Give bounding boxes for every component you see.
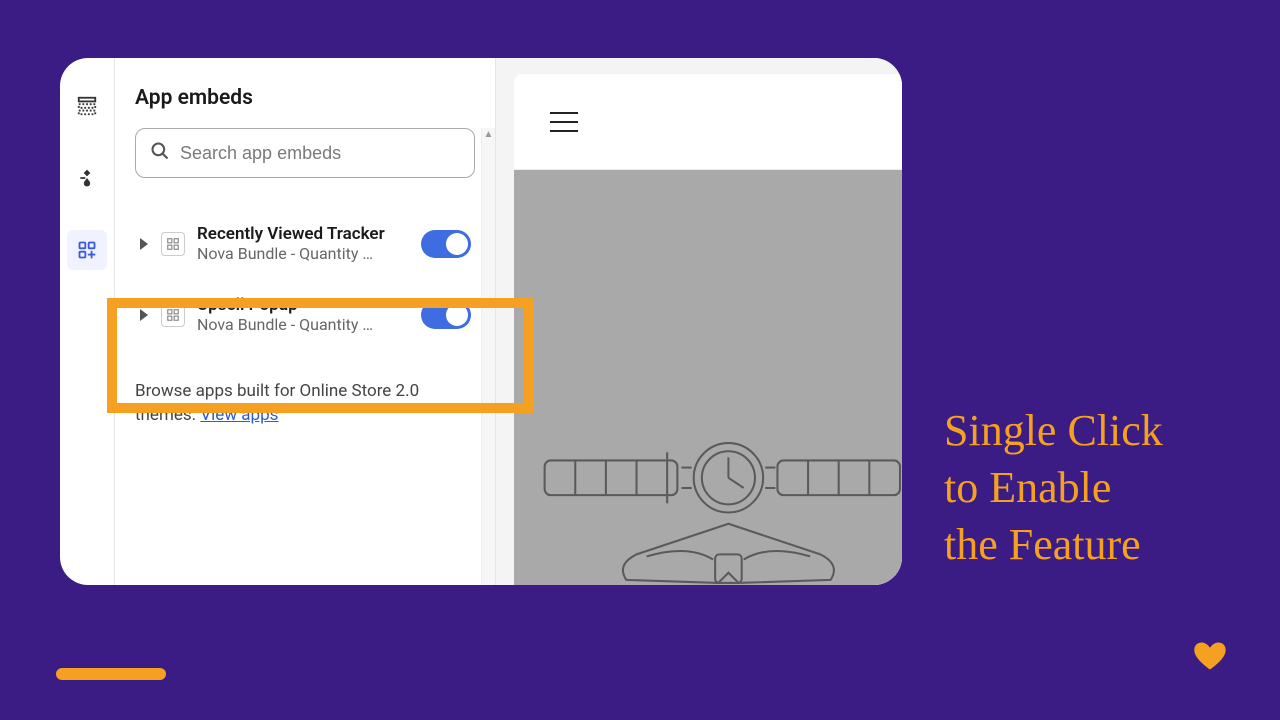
hamburger-icon[interactable] bbox=[550, 112, 578, 132]
editor-card: App embeds bbox=[60, 58, 902, 585]
scroll-up-icon[interactable]: ▲ bbox=[482, 128, 495, 142]
search-icon bbox=[150, 141, 170, 165]
embed-subtitle: Nova Bundle - Quantity … bbox=[197, 315, 409, 334]
expand-icon[interactable] bbox=[139, 238, 149, 250]
app-block-icon bbox=[161, 232, 185, 256]
panel-title: App embeds bbox=[115, 58, 495, 128]
rail-theme-icon[interactable] bbox=[67, 158, 107, 198]
browse-apps-text: Browse apps built for Online Store 2.0 t… bbox=[115, 350, 495, 428]
heart-icon bbox=[1190, 638, 1230, 678]
toggle-recently-viewed[interactable] bbox=[421, 230, 471, 258]
toggle-upsell-popup[interactable] bbox=[421, 301, 471, 329]
embeds-list: Recently Viewed Tracker Nova Bundle - Qu… bbox=[135, 208, 475, 350]
rail-sections-icon[interactable] bbox=[67, 86, 107, 126]
preview-product-image bbox=[514, 170, 902, 585]
expand-icon[interactable] bbox=[139, 309, 149, 321]
accent-bar bbox=[56, 668, 166, 680]
search-input[interactable] bbox=[180, 143, 460, 164]
view-apps-link[interactable]: View apps bbox=[200, 405, 278, 425]
scrollbar[interactable]: ▲ bbox=[481, 128, 495, 585]
marketing-caption: Single Click to Enable the Feature bbox=[944, 402, 1163, 574]
embed-subtitle: Nova Bundle - Quantity … bbox=[197, 244, 409, 263]
preview-pane bbox=[495, 58, 902, 585]
embed-row-upsell-popup: Upsell Popup Nova Bundle - Quantity … bbox=[135, 279, 475, 350]
rail-app-embeds-icon[interactable] bbox=[67, 230, 107, 270]
app-block-icon bbox=[161, 303, 185, 327]
app-embeds-panel: App embeds bbox=[115, 58, 495, 585]
embed-title: Upsell Popup bbox=[197, 295, 409, 315]
embed-title: Recently Viewed Tracker bbox=[197, 224, 409, 244]
search-box[interactable] bbox=[135, 128, 475, 178]
nav-rail bbox=[60, 58, 115, 585]
embed-row-recently-viewed: Recently Viewed Tracker Nova Bundle - Qu… bbox=[135, 208, 475, 279]
preview-header bbox=[514, 74, 902, 170]
